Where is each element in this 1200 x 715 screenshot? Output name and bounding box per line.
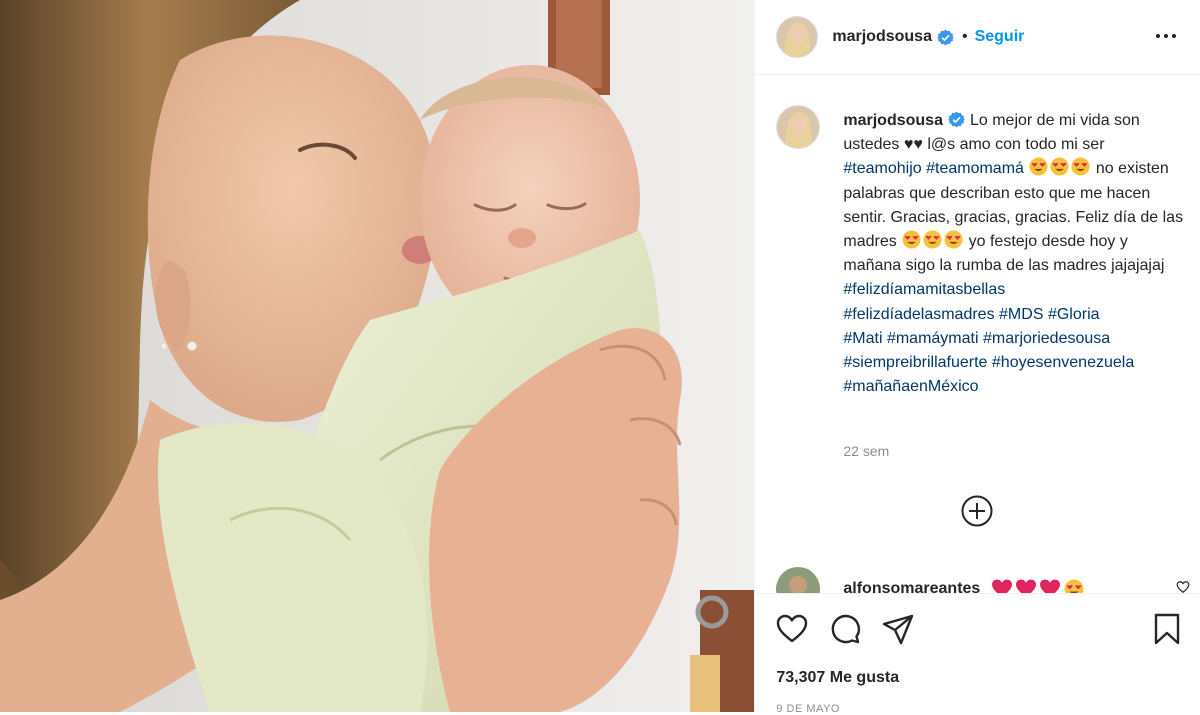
hashtag-link[interactable]: #mamáymati	[887, 330, 979, 347]
heart-eyes-emoji-icon	[944, 230, 963, 249]
red-heart-emoji-icon	[1040, 579, 1061, 593]
author-avatar[interactable]	[776, 16, 819, 58]
author-username[interactable]: marjodsousa	[832, 28, 932, 46]
heart-eyes-emoji-icon	[1050, 157, 1069, 176]
instagram-post: marjodsousa • Seguir marjodsousa Lo mejor…	[0, 0, 1200, 715]
red-heart-emoji-icon	[992, 579, 1013, 593]
commenter-avatar[interactable]	[776, 567, 821, 593]
load-more-comments-icon[interactable]	[961, 495, 993, 527]
hashtag-link[interactable]: #hoyesenvenezuela	[992, 354, 1134, 371]
share-icon[interactable]	[881, 612, 915, 646]
bookmark-icon[interactable]	[1150, 612, 1184, 646]
post-date: 9 DE MAYO	[776, 703, 840, 715]
caption-time-ago[interactable]: 22 sem	[843, 443, 889, 459]
heart-eyes-emoji-icon	[1029, 157, 1048, 176]
hashtag-link[interactable]: #felizdíamamitasbellas	[843, 281, 1005, 298]
verified-badge-icon	[947, 111, 965, 128]
caption-avatar[interactable]	[776, 105, 821, 149]
heart-eyes-emoji-icon	[923, 230, 942, 249]
comment-row: alfonsomareantes	[776, 567, 1084, 593]
heart-eyes-emoji-icon	[902, 230, 921, 249]
hashtag-link[interactable]: #Mati	[843, 330, 882, 347]
hashtag-link[interactable]: #felizdíadelasmadres	[843, 306, 994, 323]
caption-username[interactable]: marjodsousa	[843, 112, 943, 129]
post-photo[interactable]	[0, 0, 755, 712]
more-options-icon[interactable]	[1154, 22, 1178, 50]
hashtag-link[interactable]: #Gloria	[1048, 306, 1100, 323]
comments-area[interactable]: marjodsousa Lo mejor de mi vida son usted…	[755, 75, 1200, 593]
heart-eyes-emoji-icon	[1064, 579, 1084, 593]
caption-text: marjodsousa Lo mejor de mi vida son usted…	[843, 109, 1185, 399]
post-side-panel: marjodsousa • Seguir marjodsousa Lo mejor…	[754, 0, 1200, 715]
post-actions: 73,307 Me gusta 9 DE MAYO	[755, 593, 1200, 715]
post-caption: marjodsousa Lo mejor de mi vida son usted…	[776, 105, 1185, 399]
comment-icon[interactable]	[828, 612, 862, 646]
post-header: marjodsousa • Seguir	[755, 0, 1200, 75]
red-heart-emoji-icon	[1016, 579, 1037, 593]
follow-button[interactable]: Seguir	[975, 28, 1025, 46]
heart-eyes-emoji-icon	[1071, 157, 1090, 176]
likes-count[interactable]: 73,307 Me gusta	[776, 669, 899, 687]
commenter-username[interactable]: alfonsomareantes	[843, 580, 980, 593]
black-hearts: ♥♥	[903, 136, 923, 154]
hashtag-link[interactable]: #siempreibrillafuerte	[843, 354, 987, 371]
hashtag-link[interactable]: #teamomamá	[926, 160, 1024, 177]
separator-dot: •	[961, 28, 968, 45]
comment-emojis	[988, 579, 1084, 593]
mother-kissing-baby-photo	[0, 0, 755, 712]
hashtag-link[interactable]: #marjoriedesousa	[983, 330, 1110, 347]
heart-icon[interactable]	[775, 612, 809, 646]
hashtag-link[interactable]: #mañañaenMéxico	[843, 378, 978, 395]
caption-line-2: l@s amo con todo mi ser	[927, 136, 1105, 154]
hashtag-link[interactable]: #MDS	[999, 306, 1043, 323]
comment-like-heart-icon[interactable]	[1176, 580, 1190, 593]
verified-badge-icon	[936, 29, 954, 45]
hashtag-link[interactable]: #teamohijo	[843, 160, 921, 177]
